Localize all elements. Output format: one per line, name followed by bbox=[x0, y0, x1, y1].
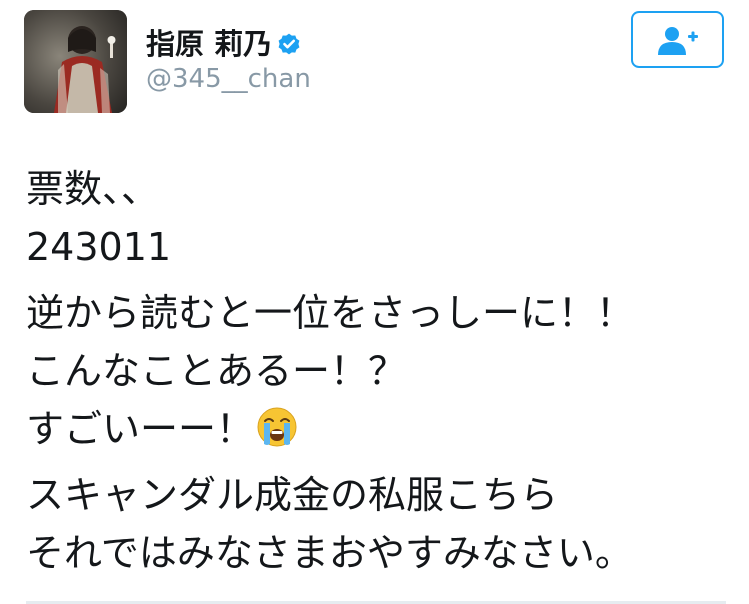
loudly-crying-face-emoji bbox=[257, 407, 297, 447]
tweet-line-with-emoji: すごいーー！ bbox=[26, 400, 736, 458]
tweet-line: 票数、、 bbox=[26, 167, 160, 211]
avatar[interactable] bbox=[24, 10, 127, 113]
tweet-line: 243011 bbox=[26, 225, 172, 269]
tweet-line: こんなことあるー！？ bbox=[26, 349, 407, 393]
verified-badge-icon bbox=[278, 33, 300, 55]
add-user-icon bbox=[658, 27, 698, 55]
user-handle[interactable]: @345__chan bbox=[146, 64, 311, 94]
tweet-header: 指原 莉乃 @345__chan bbox=[0, 0, 749, 125]
display-name-text: 指原 莉乃 bbox=[146, 27, 273, 61]
tweet-line: 逆から読むと一位をさっしーに！！ bbox=[26, 291, 635, 335]
tweet-line: それではみなさまおやすみなさい。 bbox=[26, 531, 633, 575]
display-name[interactable]: 指原 莉乃 bbox=[146, 27, 302, 61]
follow-button[interactable] bbox=[631, 11, 724, 68]
tweet-line: スキャンダル成金の私服こちら bbox=[26, 473, 559, 517]
tweet-line: すごいーー！ bbox=[26, 407, 255, 451]
tweet-text: 票数、、 243011 逆から読むと一位をさっしーに！！ こんなことあるー！？ … bbox=[26, 160, 736, 582]
avatar-photo-icon bbox=[24, 10, 127, 113]
